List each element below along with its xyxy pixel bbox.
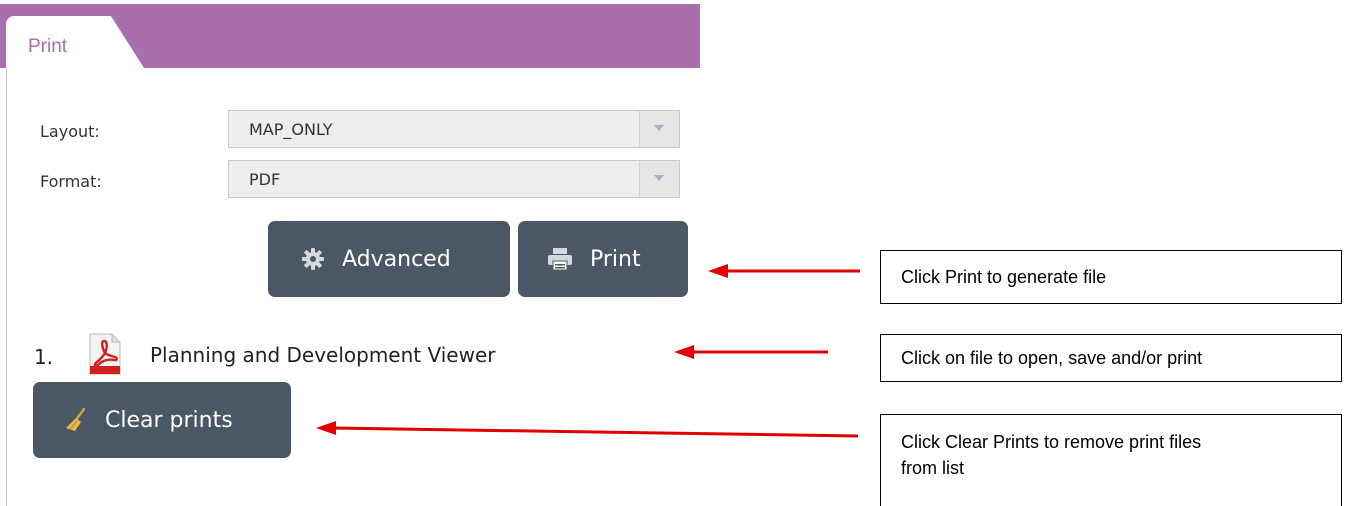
callout-file-text: Click on file to open, save and/or print xyxy=(901,348,1203,368)
callout-file: Click on file to open, save and/or print xyxy=(880,334,1342,382)
callout-clear: Click Clear Prints to remove print files… xyxy=(880,414,1342,506)
callout-clear-text: Click Clear Prints to remove print files… xyxy=(901,432,1202,478)
callout-print-text: Click Print to generate file xyxy=(901,267,1107,287)
callout-print: Click Print to generate file xyxy=(880,250,1342,304)
